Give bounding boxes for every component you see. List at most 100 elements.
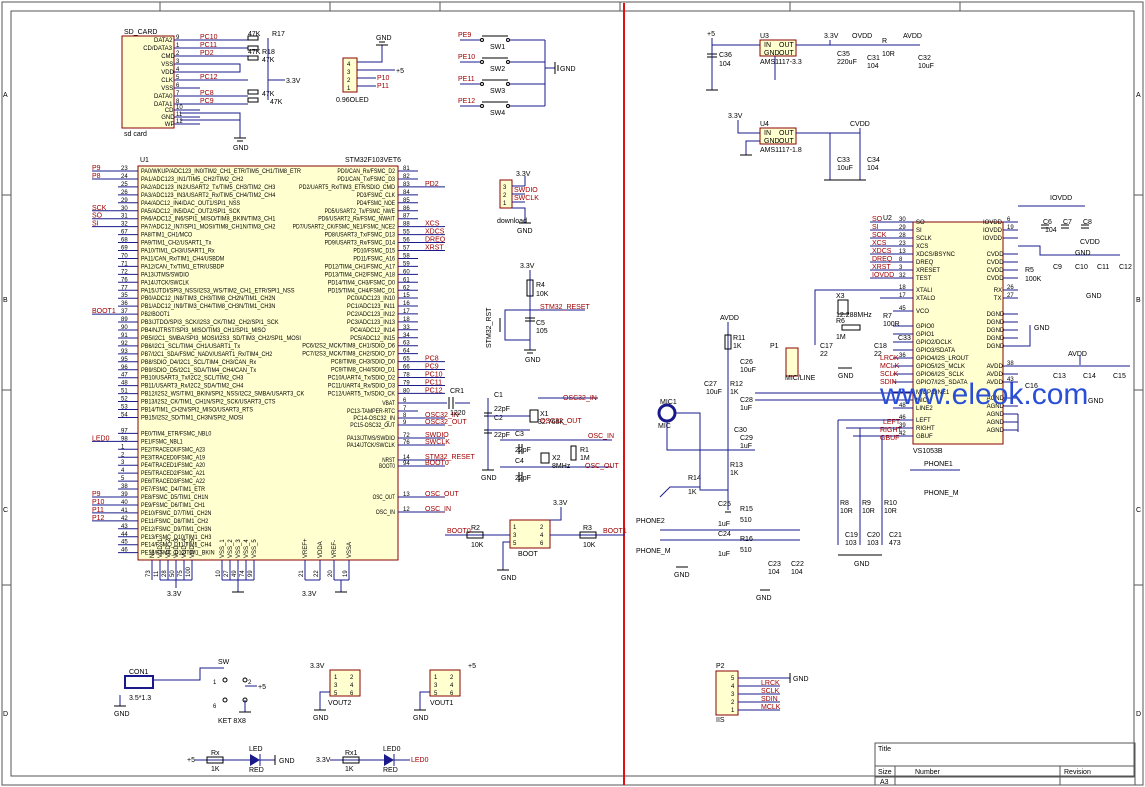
codec-pin-num: 23 <box>899 241 906 247</box>
mcu-pin-num: 74 <box>240 570 246 577</box>
crystal-8mhz: OSC_IN OSC_OUT C3 22pF C4 22pF X2 8MHz R… <box>500 431 620 482</box>
mcu-pin-num: 88 <box>403 222 410 228</box>
mcu-pin-num: 87 <box>403 214 410 220</box>
codec-pin-name: DGND <box>987 320 1005 326</box>
svg-text:C11: C11 <box>1097 264 1109 271</box>
svg-text:10uF: 10uF <box>837 165 853 172</box>
codec-pin-num: 19 <box>1007 225 1014 231</box>
svg-text:10uF: 10uF <box>706 389 722 396</box>
sd-pin-name: VDD <box>161 70 174 76</box>
mcu-net-label: PC11 <box>425 379 442 386</box>
mcu-pin-num: 78 <box>403 373 410 379</box>
boot-selector: 3.3V 1 2 3 4 5 6 BOOT R2 10K R3 10K BOOT… <box>445 500 627 582</box>
svg-text:100K: 100K <box>1025 276 1042 283</box>
mcu-pin-num: 84 <box>403 190 410 196</box>
mcu-pin-num: 98 <box>121 436 128 442</box>
mcu-pin-name: PC5/ADC12_IN15 <box>350 336 395 342</box>
mcu-net-label: SO <box>92 213 103 220</box>
mcu-pin-name: PD6/USART2_Rx/FSMC_NWAIT <box>318 217 395 223</box>
mcu-supply-right: 3.3V <box>302 591 317 598</box>
svg-text:3.3V: 3.3V <box>728 113 743 120</box>
codec-pin-name: DGND <box>987 344 1005 350</box>
switch-contact <box>480 38 484 42</box>
svg-text:MCLK: MCLK <box>761 704 781 711</box>
mcu-pin-name: PD8/USART3_Tx/FSMC_D13 <box>325 233 396 239</box>
mcu-pin-num: 73 <box>146 570 152 577</box>
codec-pin-num: 38 <box>1007 361 1014 367</box>
svg-text:U3: U3 <box>760 33 769 40</box>
mcu-pin-num: 68 <box>121 238 128 244</box>
codec-pin-num: 26 <box>1007 285 1014 291</box>
switch-net: PE11 <box>458 76 475 83</box>
mcu-pin-name: PA3/ADC123_IN3/USART2_Rx/TIM5_CH4/TIM2_C… <box>141 193 276 199</box>
svg-text:RED: RED <box>249 767 264 774</box>
svg-text:Rx: Rx <box>211 750 220 757</box>
number-label: Number <box>915 769 941 776</box>
zone-B-left: B <box>3 297 8 304</box>
codec-pin-name: TX <box>994 296 1002 302</box>
codec-cvdd-bus <box>1018 245 1120 256</box>
svg-text:R15: R15 <box>740 506 753 513</box>
svg-text:GND: GND <box>764 138 780 145</box>
svg-text:+5: +5 <box>258 684 266 691</box>
iis-header: P2 IIS 5 4 3 2 1 GND LRCK SCLK SDIN MCLK <box>715 663 809 724</box>
reset-gnd: GND <box>525 357 541 364</box>
led-status: 3.3V Rx1 1K LED0 RED LED0 <box>316 746 429 774</box>
mcu-net-label: SWDIO <box>425 432 449 439</box>
svg-text:GBUF: GBUF <box>880 435 899 442</box>
sd-net-label: PD2 <box>200 50 214 57</box>
svg-text:GND: GND <box>1088 398 1104 405</box>
svg-text:3.3V: 3.3V <box>316 757 331 764</box>
svg-text:R3: R3 <box>583 525 592 532</box>
svg-text:CR1: CR1 <box>450 388 464 395</box>
svg-text:OVDD: OVDD <box>852 33 872 40</box>
codec-pin-name: RX <box>994 288 1002 294</box>
zone-A-right: A <box>1136 92 1141 99</box>
sd-card-ref: SD_CARD <box>124 29 157 36</box>
svg-text:1K: 1K <box>211 766 220 773</box>
svg-text:X2: X2 <box>552 455 561 462</box>
mcu-pin-num: 96 <box>121 365 128 371</box>
codec-pin-num: 45 <box>899 306 906 312</box>
mcu-pin-name: PA13/JTMS/SWDIO <box>347 436 395 442</box>
svg-text:+5: +5 <box>187 757 195 764</box>
svg-text:R7: R7 <box>883 313 892 320</box>
svg-text:OUT: OUT <box>779 130 795 137</box>
svg-text:GND: GND <box>854 561 870 568</box>
oled-supply: +5 <box>396 68 404 75</box>
svg-text:C3: C3 <box>515 431 524 438</box>
svg-text:103: 103 <box>867 540 879 547</box>
mcu-pin-name: PB7/I2C1_SDA/FSMC_NADV/USART1_Rx/TIM4_CH… <box>141 352 273 358</box>
sd-pin-name: VSS <box>161 86 173 92</box>
mcu-pin-name: OSC_OUT <box>373 495 396 501</box>
svg-text:GND: GND <box>1086 293 1102 300</box>
mcu-net-label: LED0 <box>92 435 110 442</box>
svg-text:AVDD: AVDD <box>903 33 922 40</box>
svg-text:R6: R6 <box>836 318 845 325</box>
mcu-net-label: PC8 <box>425 356 439 363</box>
mcu-pin-num: 29 <box>121 198 128 204</box>
mcu-pin-name: VDD_4 <box>182 538 188 558</box>
mcu-pin-name: PC12/UART5_Tx/SDIO_CK <box>328 391 395 397</box>
svg-text:C33: C33 <box>898 335 911 342</box>
switch-ref: SW3 <box>490 88 505 95</box>
mcu-pin-num: 63 <box>403 341 410 347</box>
mcu-pin-name: PA1/ADC123_IN1/TIM5_CH2/TIM2_CH2 <box>141 177 244 183</box>
svg-text:AMS1117-1.8: AMS1117-1.8 <box>760 147 802 154</box>
sd-pullups: 47K R17 47K R18 47K 47K 47K 3.3V GND <box>180 31 301 152</box>
mcu-pin-num: 99 <box>248 570 254 577</box>
reset-c-ref: C5 <box>536 320 545 327</box>
mcu-stm32: U1 STM32F103VET6 23 PA0/WKUP/ADC123_IN0/T… <box>92 157 476 598</box>
svg-text:GND: GND <box>279 758 295 765</box>
switch-contact <box>506 104 510 108</box>
download-swdio: SWDIO <box>514 187 538 194</box>
mcu-pin-name: PE0/TIM4_ETR/FSMC_NBL0 <box>141 431 212 437</box>
mcu-net-label: BOOT1 <box>92 308 116 315</box>
svg-text:BOOT: BOOT <box>518 551 539 558</box>
mcu-pin-num: 64 <box>403 349 410 355</box>
svg-text:C32: C32 <box>918 55 931 62</box>
codec-pin-name: DREQ <box>916 260 934 266</box>
sd-net-label: PC9 <box>200 98 214 105</box>
mcu-pin-num: 76 <box>121 277 128 283</box>
mcu-pin-name: PD14/TIM4_CH3/FSMC_D0 <box>328 280 396 286</box>
